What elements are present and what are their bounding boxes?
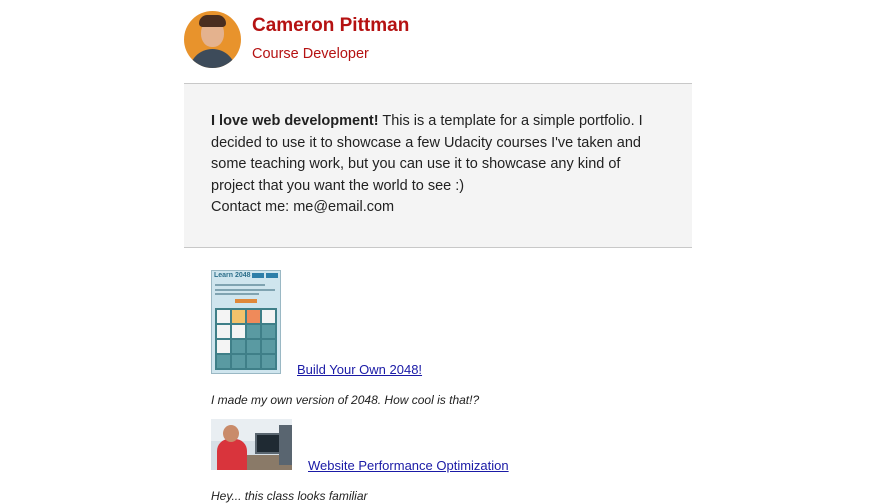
project-thumbnail-2048[interactable]: Learn 2048: [211, 270, 281, 374]
project-thumbnail-performance[interactable]: [211, 419, 292, 470]
about-section: I love web development! This is a templa…: [184, 84, 692, 248]
thumbnail-decoration: [266, 273, 278, 278]
thumbnail-title: Learn 2048: [214, 272, 251, 279]
project-description-2048: I made my own version of 2048. How cool …: [211, 393, 480, 407]
thumbnail-decoration: [252, 273, 264, 278]
game-grid: [215, 308, 277, 370]
thumbnail-decoration: [215, 289, 275, 291]
thumbnail-decoration: [235, 299, 257, 303]
avatar-shirt: [189, 49, 236, 68]
project-link-performance[interactable]: Website Performance Optimization: [308, 458, 509, 473]
contact-line: Contact me: me@email.com: [211, 199, 395, 216]
profile-name: Cameron Pittman: [252, 15, 410, 36]
avatar-hair: [199, 15, 226, 27]
thumbnail-decoration: [215, 284, 265, 286]
profile-header: Cameron Pittman Course Developer: [184, 0, 692, 84]
project-link-2048[interactable]: Build Your Own 2048!: [297, 362, 422, 377]
avatar: [184, 11, 241, 68]
about-lead: I love web development!: [211, 113, 379, 129]
portfolio-page: Cameron Pittman Course Developer I love …: [184, 0, 692, 503]
profile-role: Course Developer: [252, 46, 369, 62]
project-description-performance: Hey... this class looks familiar: [211, 489, 368, 503]
thumbnail-decoration: [215, 293, 259, 295]
